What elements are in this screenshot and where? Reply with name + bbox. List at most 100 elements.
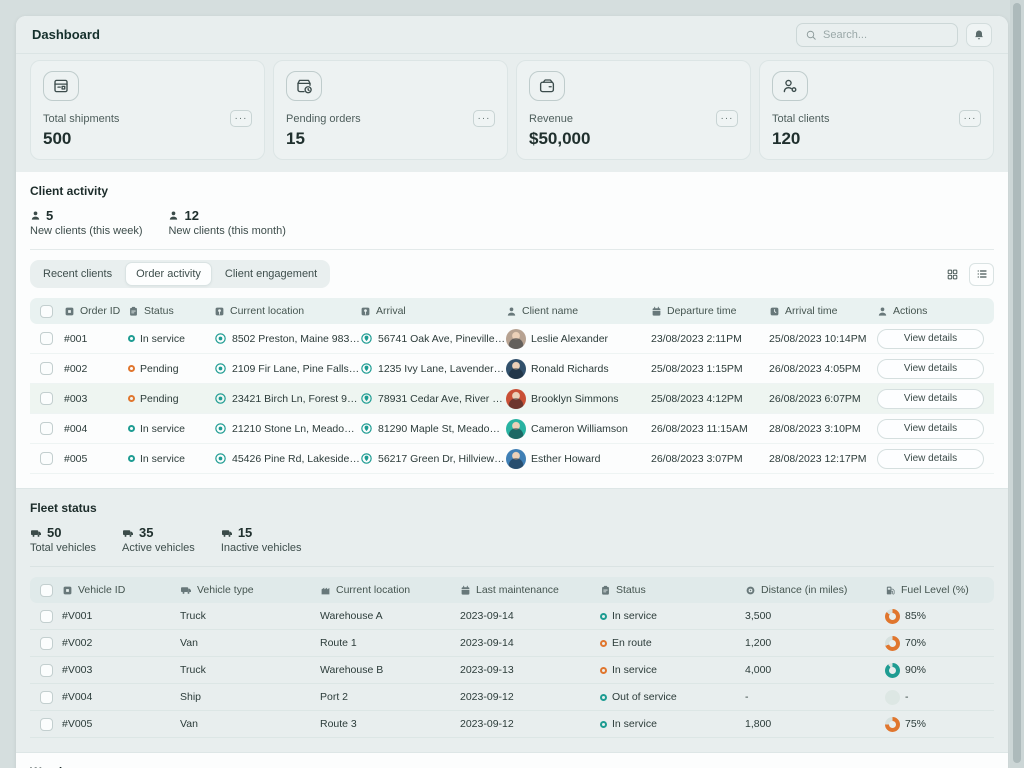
vehicle-row-V003[interactable]: #V003 Truck Warehouse B 2023-09-13 In se… <box>30 657 994 684</box>
select-all-checkbox[interactable] <box>40 305 53 318</box>
departure-time: 25/08/2023 4:12PM <box>651 393 769 405</box>
row-checkbox[interactable] <box>40 664 53 677</box>
grid-view-button[interactable] <box>940 263 965 286</box>
vehicle-type: Truck <box>180 664 320 676</box>
distance: 1,800 <box>745 718 885 730</box>
row-checkbox[interactable] <box>40 610 53 623</box>
ellipsis-menu-button[interactable]: ··· <box>230 110 252 127</box>
van-icon <box>30 527 42 539</box>
row-checkbox[interactable] <box>40 332 53 345</box>
column-header-current-location[interactable]: Current location <box>214 305 360 317</box>
search-box[interactable] <box>796 23 958 47</box>
column-header-vehicle-type[interactable]: Vehicle type <box>180 584 320 596</box>
ellipsis-menu-button[interactable]: ··· <box>473 110 495 127</box>
column-header-order-id[interactable]: Order ID <box>64 305 128 317</box>
column-header-distance-in-miles-[interactable]: Distance (in miles) <box>745 584 885 596</box>
fuel-gauge-icon <box>885 636 900 651</box>
vehicle-type: Truck <box>180 610 320 622</box>
person-icon <box>30 210 41 221</box>
clock-square-icon <box>769 306 780 317</box>
row-checkbox[interactable] <box>40 392 53 405</box>
last-maintenance: 2023-09-12 <box>460 691 600 703</box>
metric-label: Active vehicles <box>122 542 195 554</box>
stat-icon-tile <box>529 71 565 101</box>
current-location: Warehouse A <box>320 610 460 622</box>
van-icon <box>180 584 192 596</box>
column-header-client-name[interactable]: Client name <box>506 305 651 317</box>
arrival-location: 81290 Maple St, Meadow 56789 <box>360 422 506 435</box>
view-details-button[interactable]: View details <box>877 449 984 469</box>
view-details-button[interactable]: View details <box>877 389 984 409</box>
order-id: #003 <box>64 393 128 405</box>
row-checkbox[interactable] <box>40 691 53 704</box>
stat-card-revenue: Revenue ··· $50,000 <box>516 60 751 160</box>
column-header-arrival[interactable]: Arrival <box>360 305 506 317</box>
row-checkbox[interactable] <box>40 637 53 650</box>
row-checkbox[interactable] <box>40 452 53 465</box>
order-row-002[interactable]: #002 Pending 2109 Fir Lane, Pine Falls 8… <box>30 354 994 384</box>
ellipsis-menu-button[interactable]: ··· <box>716 110 738 127</box>
current-location: 45426 Pine Rd, Lakeside 21098 <box>214 452 360 465</box>
row-checkbox[interactable] <box>40 718 53 731</box>
search-input[interactable] <box>823 29 943 41</box>
status: In service <box>128 423 214 435</box>
row-checkbox[interactable] <box>40 362 53 375</box>
view-details-button[interactable]: View details <box>877 359 984 379</box>
vehicle-row-V001[interactable]: #V001 Truck Warehouse A 2023-09-14 In se… <box>30 603 994 630</box>
stat-value: $50,000 <box>529 129 738 149</box>
status: In service <box>600 610 745 622</box>
order-id: #004 <box>64 423 128 435</box>
arrival-time: 28/08/2023 3:10PM <box>769 423 877 435</box>
client-activity-title: Client activity <box>30 184 994 198</box>
vehicle-row-V002[interactable]: #V002 Van Route 1 2023-09-14 En route 1,… <box>30 630 994 657</box>
ellipsis-menu-button[interactable]: ··· <box>959 110 981 127</box>
pin-circle-icon <box>360 422 373 435</box>
distance: 3,500 <box>745 610 885 622</box>
vehicle-row-V005[interactable]: #V005 Van Route 3 2023-09-12 In service … <box>30 711 994 738</box>
tab-order-activity[interactable]: Order activity <box>125 262 212 286</box>
order-row-001[interactable]: #001 In service 8502 Preston, Maine 9838… <box>30 324 994 354</box>
van-icon <box>122 527 134 539</box>
column-header-actions[interactable]: Actions <box>877 305 984 317</box>
fleet-table: Vehicle IDVehicle typeCurrent locationLa… <box>30 577 994 738</box>
notifications-button[interactable] <box>966 23 992 47</box>
last-maintenance: 2023-09-12 <box>460 718 600 730</box>
select-all-checkbox[interactable] <box>40 584 53 597</box>
dashboard-app: Dashboard Total shipments ··· 500 Pendin… <box>16 16 1008 768</box>
tab-recent-clients[interactable]: Recent clients <box>32 262 123 286</box>
row-checkbox[interactable] <box>40 422 53 435</box>
column-header-departure-time[interactable]: Departure time <box>651 305 769 317</box>
column-header-fuel-level-[interactable]: Fuel Level (%) <box>885 584 984 596</box>
departure-time: 25/08/2023 1:15PM <box>651 363 769 375</box>
scrollbar-thumb[interactable] <box>1013 3 1021 763</box>
order-row-005[interactable]: #005 In service 45426 Pine Rd, Lakeside … <box>30 444 994 474</box>
column-header-status[interactable]: Status <box>128 305 214 317</box>
tab-client-engagement[interactable]: Client engagement <box>214 262 328 286</box>
status-dot-icon <box>600 721 607 728</box>
stat-value: 120 <box>772 129 981 149</box>
column-header-status[interactable]: Status <box>600 584 745 596</box>
scrollbar-track[interactable] <box>1010 0 1024 768</box>
arrival-time: 28/08/2023 12:17PM <box>769 453 877 465</box>
view-details-button[interactable]: View details <box>877 419 984 439</box>
column-header-current-location[interactable]: Current location <box>320 584 460 596</box>
wallet-icon <box>538 77 556 95</box>
order-row-003[interactable]: #003 Pending 23421 Birch Ln, Forest 9876… <box>30 384 994 414</box>
dot-circle-icon <box>214 332 227 345</box>
client-name: Leslie Alexander <box>506 329 651 349</box>
column-header-arrival-time[interactable]: Arrival time <box>769 305 877 317</box>
distance: - <box>745 691 885 703</box>
status-dot-icon <box>128 365 135 372</box>
vehicle-row-V004[interactable]: #V004 Ship Port 2 2023-09-12 Out of serv… <box>30 684 994 711</box>
arrival-location: 56741 Oak Ave, Pineville 98765 <box>360 332 506 345</box>
column-header-last-maintenance[interactable]: Last maintenance <box>460 584 600 596</box>
tabs-row: Recent clientsOrder activityClient engag… <box>30 260 994 288</box>
view-details-button[interactable]: View details <box>877 329 984 349</box>
order-id: #001 <box>64 333 128 345</box>
column-header-vehicle-id[interactable]: Vehicle ID <box>62 584 180 596</box>
fuel-level: 75% <box>885 717 984 732</box>
package-icon <box>52 77 70 95</box>
order-row-004[interactable]: #004 In service 21210 Stone Ln, Meadow 1… <box>30 414 994 444</box>
status: In service <box>600 718 745 730</box>
list-view-button[interactable] <box>969 263 994 286</box>
